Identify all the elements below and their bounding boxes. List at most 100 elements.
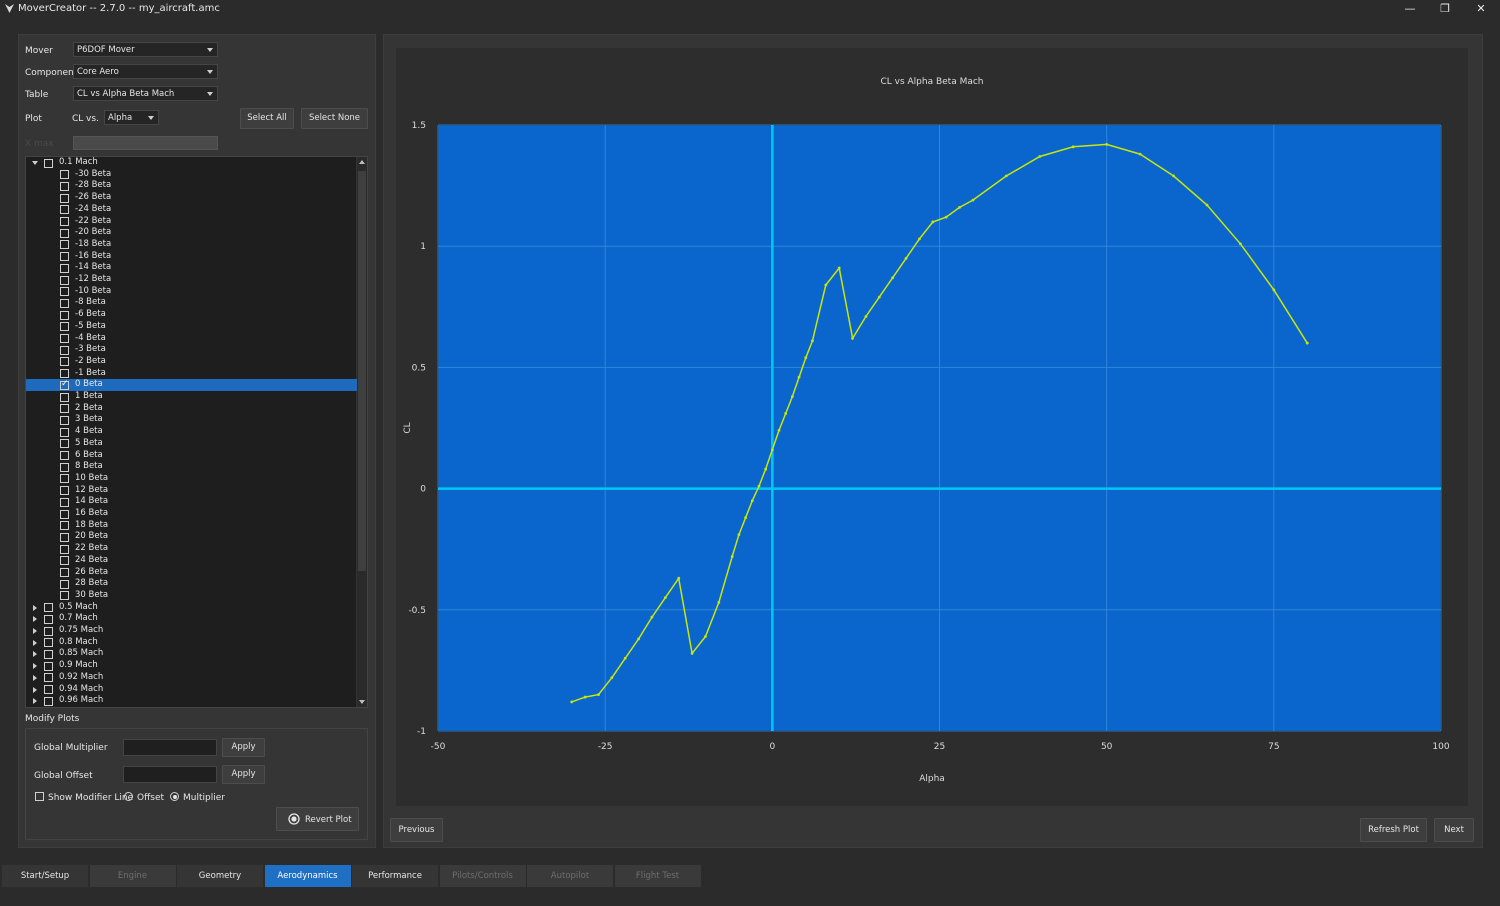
tree-item[interactable]: 0.92 Mach <box>26 672 357 684</box>
tree-item-checkbox[interactable] <box>60 275 69 285</box>
tree-item-checkbox[interactable] <box>60 298 69 308</box>
tree-item[interactable]: 0.94 Mach <box>26 684 357 696</box>
global-offset-input[interactable] <box>123 766 217 783</box>
tree-item-checkbox[interactable] <box>44 696 53 706</box>
multiplier-radio[interactable] <box>170 792 179 801</box>
tree-item-checkbox[interactable] <box>60 287 69 297</box>
tree-item-checkbox[interactable] <box>44 638 53 648</box>
close-icon[interactable]: ✕ <box>1466 1 1496 17</box>
tree-item-checkbox[interactable] <box>44 673 53 683</box>
tree-item[interactable]: -1 Beta <box>26 368 357 380</box>
restore-icon[interactable]: ❐ <box>1430 1 1460 17</box>
tree-item[interactable]: -2 Beta <box>26 356 357 368</box>
tree-item[interactable]: 1 Beta <box>26 391 357 403</box>
tree-item[interactable]: -3 Beta <box>26 344 357 356</box>
tree-item[interactable]: 0.75 Mach <box>26 625 357 637</box>
scroll-up-icon[interactable] <box>359 160 365 164</box>
tree-item[interactable]: 6 Beta <box>26 450 357 462</box>
tree-item[interactable]: 16 Beta <box>26 508 357 520</box>
tree-item-checkbox[interactable] <box>60 497 69 507</box>
chevron-right-icon[interactable] <box>33 663 37 670</box>
mover-combo[interactable]: P6DOF Mover <box>73 42 218 57</box>
tree-item-checkbox[interactable] <box>44 685 53 694</box>
tree-item[interactable]: 28 Beta <box>26 578 357 590</box>
tree-item-checkbox[interactable] <box>60 217 69 226</box>
tree-item-checkbox[interactable] <box>60 556 69 566</box>
tree-item-checkbox[interactable] <box>60 205 69 215</box>
tree-scrollbar[interactable] <box>356 157 367 707</box>
tree-item[interactable]: -8 Beta <box>26 297 357 309</box>
minimize-icon[interactable]: — <box>1395 1 1425 17</box>
tree-item-checkbox[interactable] <box>60 334 69 343</box>
plot-x-combo[interactable]: Alpha <box>104 110 159 125</box>
apply-offset-button[interactable]: Apply <box>222 765 265 784</box>
tree-item[interactable]: -30 Beta <box>26 169 357 181</box>
tree-item[interactable]: 12 Beta <box>26 485 357 497</box>
tree-item[interactable]: 26 Beta <box>26 567 357 579</box>
tree-item[interactable]: -24 Beta <box>26 204 357 216</box>
tree-item[interactable]: -5 Beta <box>26 321 357 333</box>
tree-item-checkbox[interactable] <box>60 369 69 379</box>
mach-beta-tree[interactable]: 0.1 Mach -30 Beta -28 Beta -26 Beta -24 Beta… <box>25 156 368 708</box>
tree-item-checkbox[interactable] <box>44 158 53 168</box>
tab-start-setup[interactable]: Start/Setup <box>2 865 88 887</box>
select-none-button[interactable]: Select None <box>301 108 368 129</box>
tree-item[interactable]: -12 Beta <box>26 274 357 286</box>
tree-item[interactable]: -14 Beta <box>26 262 357 274</box>
chevron-right-icon[interactable] <box>33 698 37 705</box>
tree-item-checkbox[interactable] <box>60 193 69 203</box>
tree-item[interactable]: -26 Beta <box>26 192 357 204</box>
tree-item-checkbox[interactable] <box>60 322 69 332</box>
tree-item-checkbox[interactable] <box>60 379 69 390</box>
chevron-right-icon[interactable] <box>33 686 37 693</box>
tree-item-checkbox[interactable] <box>60 474 69 484</box>
tree-item[interactable]: 5 Beta <box>26 438 357 450</box>
apply-multiplier-button[interactable]: Apply <box>222 738 265 757</box>
previous-button[interactable]: Previous <box>390 818 443 842</box>
offset-radio[interactable] <box>124 792 133 801</box>
tree-item[interactable]: -28 Beta <box>26 180 357 192</box>
tree-item-checkbox[interactable] <box>60 509 69 519</box>
tree-item[interactable]: 24 Beta <box>26 555 357 567</box>
tree-item[interactable]: -6 Beta <box>26 309 357 321</box>
tree-item-checkbox[interactable] <box>60 521 69 531</box>
tree-item-checkbox[interactable] <box>60 181 69 191</box>
scroll-handle[interactable] <box>358 171 366 571</box>
tree-item[interactable]: 4 Beta <box>26 426 357 438</box>
tree-item[interactable]: 30 Beta <box>26 590 357 602</box>
tree-item-checkbox[interactable] <box>60 427 69 437</box>
tree-item[interactable]: 0.7 Mach <box>26 613 357 625</box>
tree-item-checkbox[interactable] <box>44 614 53 624</box>
tree-item[interactable]: 0.9 Mach <box>26 660 357 672</box>
next-button[interactable]: Next <box>1434 818 1474 842</box>
tree-item[interactable]: 8 Beta <box>26 461 357 473</box>
tree-item[interactable]: 0.8 Mach <box>26 637 357 649</box>
chevron-right-icon[interactable] <box>33 628 37 634</box>
tab-aerodynamics[interactable]: Aerodynamics <box>264 865 351 887</box>
cl-alpha-plot[interactable]: -50 -25 0 25 50 75 100 -1 -0.5 0 0.5 1 1.5 CL vs Alph… <box>396 48 1468 806</box>
tree-item-checkbox[interactable] <box>60 240 69 250</box>
tree-item[interactable]: -22 Beta <box>26 216 357 228</box>
tree-item[interactable]: -4 Beta <box>26 333 357 345</box>
chevron-right-icon[interactable] <box>33 674 37 681</box>
chevron-down-icon[interactable] <box>32 161 38 165</box>
tree-item-checkbox[interactable] <box>60 439 69 449</box>
tree-item[interactable]: 0.85 Mach <box>26 648 357 660</box>
tree-item-checkbox[interactable] <box>60 462 69 472</box>
tree-item-checkbox[interactable] <box>60 415 69 425</box>
tree-item-checkbox[interactable] <box>60 404 69 414</box>
tree-item[interactable]: 0.1 Mach <box>26 157 357 169</box>
tree-item-checkbox[interactable] <box>44 649 53 659</box>
tree-item[interactable]: 14 Beta <box>26 496 357 508</box>
tree-item-checkbox[interactable] <box>44 626 53 636</box>
tree-item-checkbox[interactable] <box>60 568 69 577</box>
tree-item-checkbox[interactable] <box>60 263 69 273</box>
tree-item[interactable]: -10 Beta <box>26 286 357 298</box>
tree-item-checkbox[interactable] <box>60 252 69 262</box>
select-all-button[interactable]: Select All <box>240 108 294 129</box>
tree-item[interactable]: -18 Beta <box>26 239 357 251</box>
tree-item-checkbox[interactable] <box>60 451 69 460</box>
tree-item-checkbox[interactable] <box>60 170 69 180</box>
refresh-plot-button[interactable]: Refresh Plot <box>1360 818 1427 842</box>
tree-item-checkbox[interactable] <box>60 486 69 496</box>
